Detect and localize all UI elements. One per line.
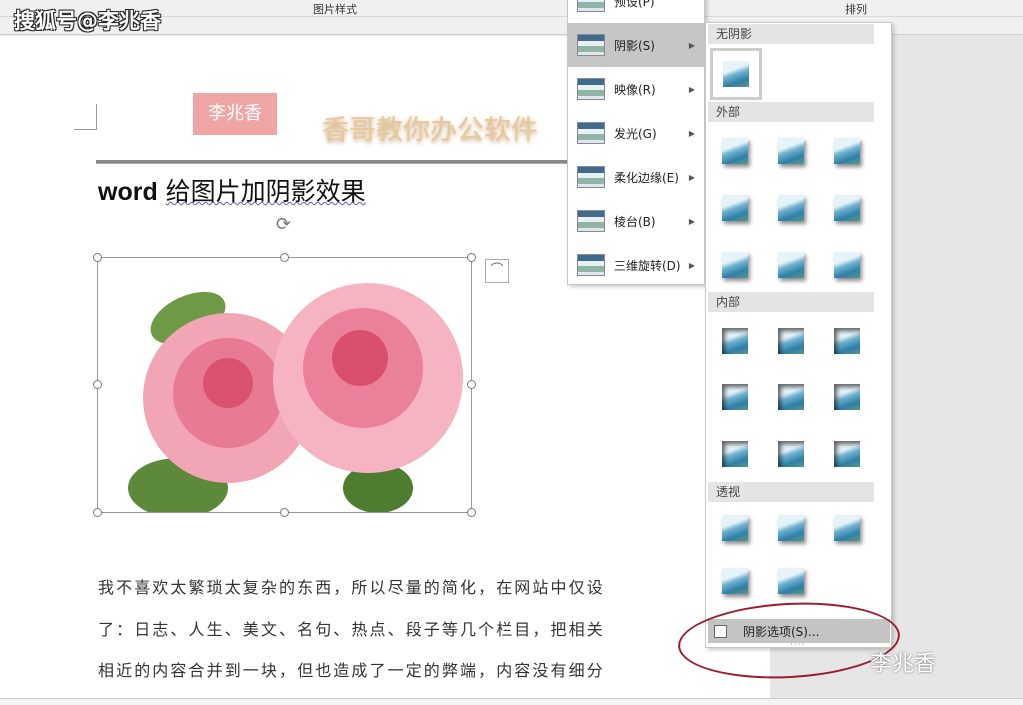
menu-item-3d-rotation[interactable]: 三维旋转(D) ▶ [568, 243, 705, 287]
margin-corner-mark [74, 104, 97, 130]
menu-item-soft-edges[interactable]: 柔化边缘(E) ▶ [568, 155, 705, 199]
shadow-preset-thumb[interactable] [778, 252, 804, 278]
shadow-preset-thumb[interactable] [834, 138, 860, 164]
submenu-arrow-icon: ▶ [688, 40, 695, 50]
submenu-arrow-icon: ▶ [688, 216, 695, 226]
shadow-preset-thumb[interactable] [834, 384, 860, 410]
rotate-handle-icon[interactable]: ⟳ [276, 214, 291, 235]
shadow-preset-thumb[interactable] [778, 138, 804, 164]
shadow-option-none[interactable] [710, 48, 762, 100]
shadow-preset-thumb[interactable] [834, 515, 860, 541]
menu-label: 阴影(S) [614, 38, 655, 53]
shadow-preset-thumb[interactable] [834, 195, 860, 221]
3d-rotation-icon [577, 254, 605, 276]
shadow-preset-thumb[interactable] [778, 441, 804, 467]
watermark-bottom: 李兆香 [870, 652, 937, 677]
paragraph-line: 我不喜欢太繁琐太复杂的东西，所以尽量的简化，在网站中仅设 [98, 578, 605, 597]
shadow-preset-thumb[interactable] [778, 384, 804, 410]
shadow-icon [577, 34, 605, 56]
resize-handle[interactable] [280, 253, 289, 262]
bevel-icon [577, 210, 605, 232]
section-no-shadow: 无阴影 [708, 24, 874, 44]
menu-label: 三维旋转(D) [614, 258, 681, 273]
submenu-arrow-icon: ▶ [688, 84, 695, 94]
soft-edges-icon [577, 166, 605, 188]
shadow-preset-thumb[interactable] [778, 195, 804, 221]
status-bar [0, 698, 1023, 705]
shadow-preset-thumb[interactable] [778, 568, 804, 594]
menu-label: 棱台(B) [614, 214, 656, 229]
menu-label: 映像(R) [614, 82, 656, 97]
menu-item-bevel[interactable]: 棱台(B) ▶ [568, 199, 705, 243]
menu-item-shadow[interactable]: 阴影(S) ▶ [568, 23, 705, 67]
resize-handle[interactable] [93, 380, 102, 389]
preset-icon [577, 0, 605, 12]
rose-image [128, 283, 463, 512]
paragraph-line: 相近的内容合并到一块，但也造成了一定的弊端，内容没有细分 [98, 661, 605, 680]
layout-options-icon[interactable]: ⌒ [485, 259, 509, 283]
shadow-preset-thumb[interactable] [722, 252, 748, 278]
submenu-arrow-icon: ▶ [688, 260, 695, 270]
menu-label: 发光(G) [614, 126, 657, 141]
shadow-preset-thumb[interactable] [722, 568, 748, 594]
shadow-gallery: 无阴影 外部 内部 透视 阴影选项(S)... ···· [705, 22, 892, 650]
shadow-preset-thumb[interactable] [722, 384, 748, 410]
resize-handle[interactable] [93, 253, 102, 262]
shadow-preset-thumb[interactable] [722, 138, 748, 164]
shadow-preset-thumb[interactable] [834, 441, 860, 467]
shadow-preset-thumb[interactable] [722, 328, 748, 354]
menu-label: 柔化边缘(E) [614, 170, 679, 185]
resize-handle[interactable] [93, 508, 102, 517]
shadow-preset-thumb[interactable] [722, 195, 748, 221]
menu-item-preset[interactable]: 预设(P) [568, 0, 705, 23]
shadow-preset-thumb[interactable] [778, 328, 804, 354]
section-inner: 内部 [708, 292, 874, 312]
title-word: word [98, 178, 158, 206]
menu-label: 预设(P) [614, 0, 655, 9]
shadow-preset-thumb[interactable] [722, 515, 748, 541]
title-text: 给图片加阴影效果 [165, 177, 366, 206]
group-picture-styles: 图片样式 [313, 3, 357, 16]
resize-handle[interactable] [467, 508, 476, 517]
menu-item-reflection[interactable]: 映像(R) ▶ [568, 67, 705, 111]
selected-picture-roses[interactable] [97, 257, 472, 513]
watermark-top: 搜狐号@李兆香 [14, 9, 161, 33]
glow-icon [577, 122, 605, 144]
shadow-preset-thumb[interactable] [834, 252, 860, 278]
group-arrange: 排列 [845, 3, 867, 16]
menu-item-glow[interactable]: 发光(G) ▶ [568, 111, 705, 155]
shadow-preset-thumb[interactable] [722, 441, 748, 467]
document-title: word 给图片加阴影效果 [98, 172, 366, 208]
resize-handle[interactable] [467, 253, 476, 262]
shadow-preset-thumb[interactable] [778, 515, 804, 541]
reflection-icon [577, 78, 605, 100]
shadow-thumb [723, 61, 749, 87]
picture-effects-menu: 预设(P) 阴影(S) ▶ 映像(R) ▶ 发光(G) ▶ 柔化边缘(E) ▶ 棱台(B… [567, 0, 705, 285]
submenu-arrow-icon: ▶ [688, 128, 695, 138]
resize-handle[interactable] [280, 508, 289, 517]
section-outer: 外部 [708, 102, 874, 122]
section-perspective: 透视 [708, 482, 874, 502]
resize-handle[interactable] [467, 380, 476, 389]
seal-logo: 李兆香 [193, 93, 277, 135]
header-rule [96, 160, 570, 164]
submenu-arrow-icon: ▶ [688, 172, 695, 182]
header-logo-text: 香哥教你办公软件 [322, 115, 538, 146]
shadow-preset-thumb[interactable] [834, 328, 860, 354]
paragraph-line: 了：日志、人生、美文、名句、热点、段子等几个栏目，把相关 [98, 620, 605, 639]
